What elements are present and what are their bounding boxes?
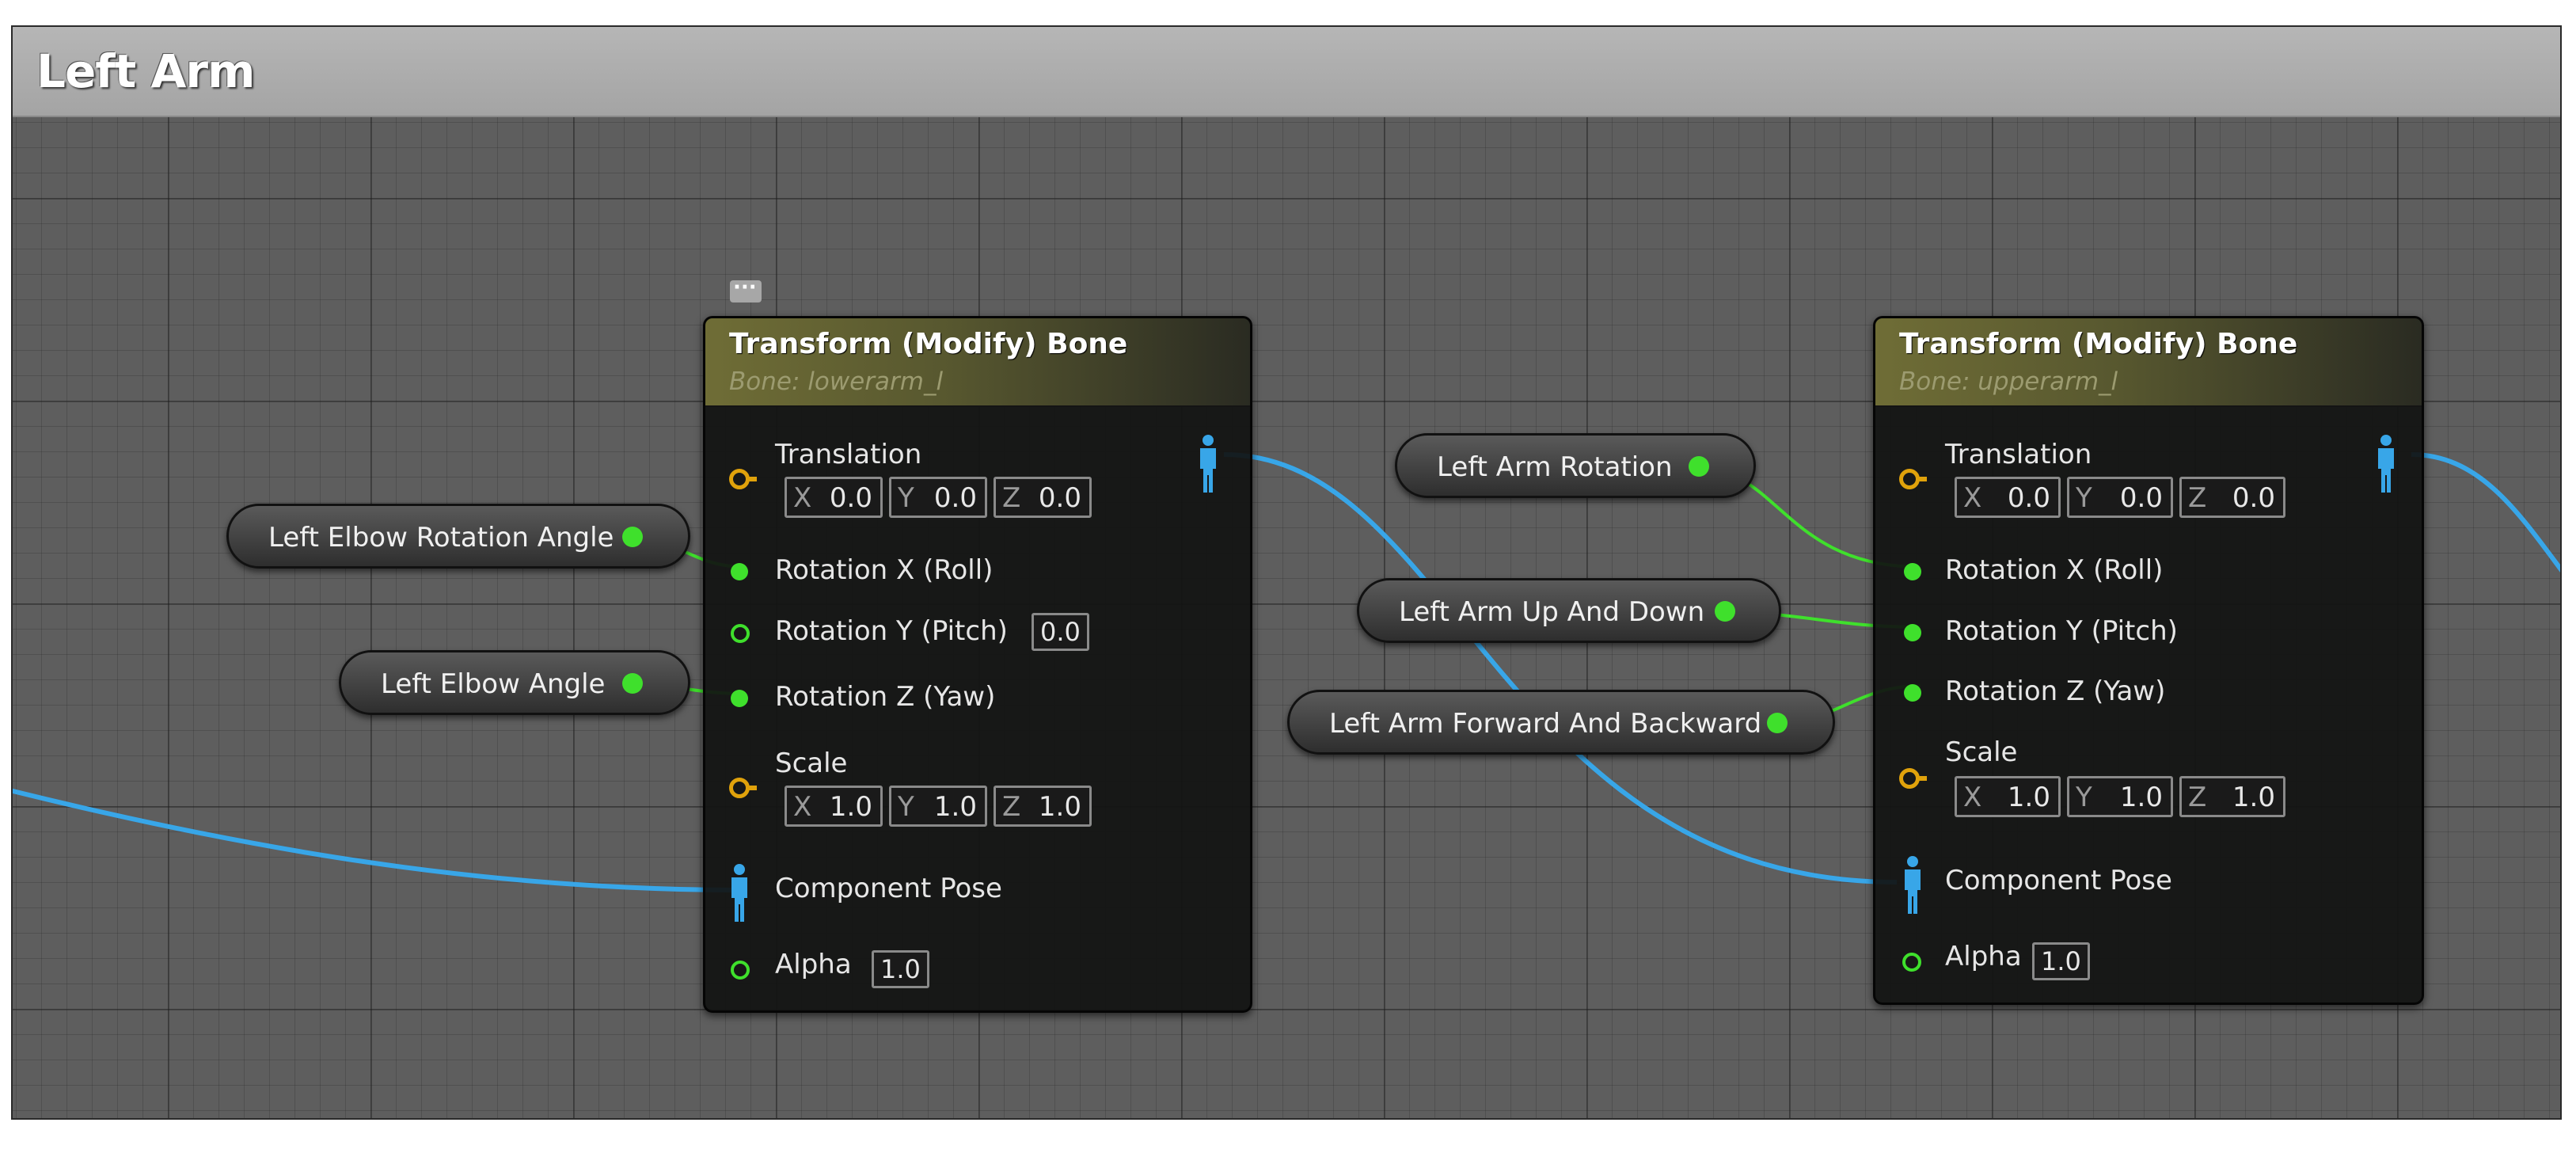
comment-bubble-icon[interactable]	[730, 276, 762, 302]
scale-label: Scale	[1945, 736, 2018, 768]
pose-wire-input[interactable]	[13, 787, 742, 892]
variable-label: Left Elbow Angle	[381, 668, 606, 700]
node-bone-subtitle: Bone: lowerarm_l	[729, 367, 944, 396]
rotation-x-pin[interactable]	[731, 563, 748, 580]
component-pose-pin-icon[interactable]	[728, 863, 751, 923]
rotation-y-field[interactable]: 0.0	[1032, 613, 1089, 651]
scale-label: Scale	[775, 748, 848, 779]
var-left-arm-up-and-down[interactable]: Left Arm Up And Down	[1357, 578, 1781, 643]
rotation-x-label: Rotation X (Roll)	[775, 554, 994, 586]
transform-bone-node-lowerarm[interactable]: Transform (Modify) Bone Bone: lowerarm_l…	[703, 316, 1252, 1013]
variable-output-pin[interactable]	[1715, 601, 1735, 622]
pose-output-pin-icon[interactable]	[1196, 434, 1220, 494]
translation-x-field[interactable]: X 0.0	[1955, 477, 2061, 518]
scale-pin[interactable]	[729, 778, 757, 798]
transform-bone-node-upperarm[interactable]: Transform (Modify) Bone Bone: upperarm_l…	[1873, 316, 2424, 1005]
scale-y-field[interactable]: Y 1.0	[889, 786, 987, 827]
translation-label: Translation	[775, 439, 922, 470]
rotation-z-label: Rotation Z (Yaw)	[775, 681, 996, 713]
translation-z-field[interactable]: Z 0.0	[994, 477, 1092, 518]
node-header[interactable]: Transform (Modify) Bone Bone: lowerarm_l	[705, 318, 1250, 407]
rotation-x-pin[interactable]	[1904, 563, 1921, 580]
translation-pin[interactable]	[729, 469, 757, 489]
node-title: Transform (Modify) Bone	[729, 328, 1128, 360]
scale-pin[interactable]	[1899, 768, 1927, 789]
variable-output-pin[interactable]	[622, 673, 643, 694]
scale-z-field[interactable]: Z 1.0	[2179, 776, 2285, 817]
variable-output-pin[interactable]	[1689, 456, 1709, 477]
alpha-label: Alpha	[775, 949, 852, 980]
translation-y-field[interactable]: Y 0.0	[889, 477, 987, 518]
variable-label: Left Arm Rotation	[1437, 451, 1673, 483]
scale-y-field[interactable]: Y 1.0	[2067, 776, 2173, 817]
alpha-label: Alpha	[1945, 941, 2022, 972]
anim-graph-canvas[interactable]: Left Arm Transform (Modify) Bone Bone: l…	[11, 25, 2562, 1120]
rotation-y-pin[interactable]	[1904, 624, 1921, 641]
var-left-arm-forward-and-backward[interactable]: Left Arm Forward And Backward	[1287, 690, 1835, 755]
rotation-y-pin[interactable]	[731, 624, 750, 643]
variable-output-pin[interactable]	[1767, 713, 1788, 733]
translation-y-field[interactable]: Y 0.0	[2067, 477, 2173, 518]
component-pose-label: Component Pose	[1945, 865, 2172, 896]
rotation-x-label: Rotation X (Roll)	[1945, 554, 2164, 586]
alpha-pin[interactable]	[1902, 953, 1921, 972]
component-pose-pin-icon[interactable]	[1901, 855, 1924, 915]
rotation-z-label: Rotation Z (Yaw)	[1945, 675, 2166, 707]
scale-x-field[interactable]: X 1.0	[1955, 776, 2061, 817]
translation-z-field[interactable]: Z 0.0	[2179, 477, 2285, 518]
scale-z-field[interactable]: Z 1.0	[994, 786, 1092, 827]
variable-output-pin[interactable]	[622, 527, 643, 547]
rotation-y-label: Rotation Y (Pitch)	[1945, 615, 2178, 647]
alpha-field[interactable]: 1.0	[872, 950, 929, 988]
translation-x-field[interactable]: X 0.0	[785, 477, 883, 518]
variable-label: Left Arm Up And Down	[1399, 596, 1705, 628]
pose-wire-output[interactable]	[2411, 452, 2562, 581]
alpha-pin[interactable]	[731, 961, 750, 980]
alpha-field[interactable]: 1.0	[2032, 942, 2090, 980]
translation-label: Translation	[1945, 439, 2092, 470]
node-bone-subtitle: Bone: upperarm_l	[1899, 367, 2118, 396]
component-pose-label: Component Pose	[775, 873, 1002, 904]
variable-label: Left Elbow Rotation Angle	[268, 522, 614, 554]
scale-x-field[interactable]: X 1.0	[785, 786, 883, 827]
rotation-y-label: Rotation Y (Pitch)	[775, 615, 1008, 647]
pose-output-pin-icon[interactable]	[2374, 434, 2398, 494]
node-header[interactable]: Transform (Modify) Bone Bone: upperarm_l	[1875, 318, 2422, 407]
variable-label: Left Arm Forward And Backward	[1329, 708, 1762, 740]
var-left-arm-rotation[interactable]: Left Arm Rotation	[1395, 433, 1756, 498]
rotation-z-pin[interactable]	[1904, 684, 1921, 702]
translation-pin[interactable]	[1899, 469, 1927, 489]
var-left-elbow-rotation-angle[interactable]: Left Elbow Rotation Angle	[226, 504, 690, 569]
pose-wire-between-nodes[interactable]	[1223, 452, 1898, 885]
rotation-z-pin[interactable]	[731, 690, 748, 707]
node-title: Transform (Modify) Bone	[1899, 328, 2298, 360]
var-left-elbow-angle[interactable]: Left Elbow Angle	[339, 650, 690, 715]
